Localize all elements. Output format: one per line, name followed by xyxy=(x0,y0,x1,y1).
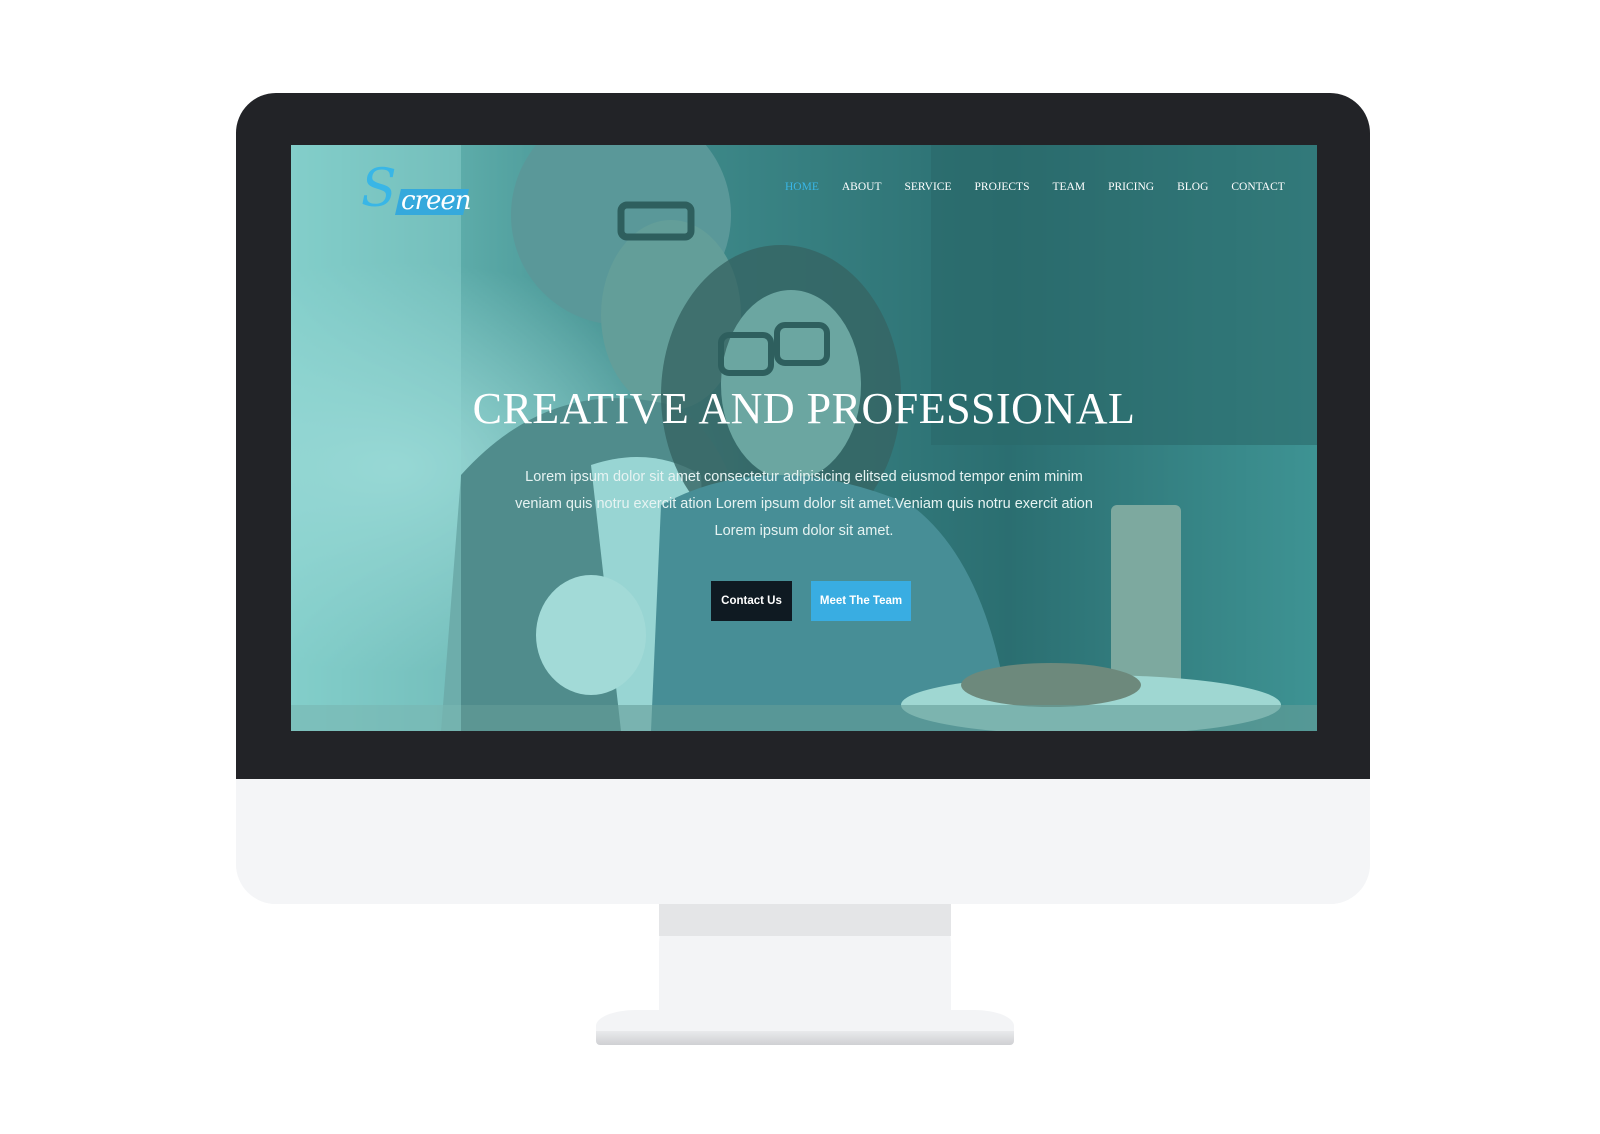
logo-text: creen xyxy=(401,186,472,216)
contact-us-button[interactable]: Contact Us xyxy=(711,581,792,621)
hero-description: Lorem ipsum dolor sit amet consectetur a… xyxy=(515,469,1093,539)
nav-item-service[interactable]: SERVICE xyxy=(905,181,952,193)
meet-the-team-button[interactable]: Meet The Team xyxy=(811,581,911,621)
main-nav: HOME ABOUT SERVICE PROJECTS TEAM PRICING… xyxy=(785,181,1308,193)
mockup-stage: S creen HOME ABOUT SERVICE PROJECTS TEAM… xyxy=(0,0,1600,1134)
site-logo[interactable]: S creen xyxy=(361,159,473,219)
nav-item-team[interactable]: TEAM xyxy=(1052,181,1085,193)
logo-initial: S xyxy=(361,159,397,219)
nav-item-projects[interactable]: PROJECTS xyxy=(975,181,1030,193)
hero-title: CREATIVE AND PROFESSIONAL xyxy=(472,384,1136,433)
nav-item-home[interactable]: HOME xyxy=(785,181,819,193)
nav-item-pricing[interactable]: PRICING xyxy=(1108,181,1154,193)
nav-item-blog[interactable]: BLOG xyxy=(1177,181,1208,193)
nav-item-contact[interactable]: CONTACT xyxy=(1231,181,1284,193)
monitor-base xyxy=(596,1031,1014,1045)
website-screen: S creen HOME ABOUT SERVICE PROJECTS TEAM… xyxy=(291,145,1317,731)
monitor-chin xyxy=(236,779,1370,904)
nav-item-about[interactable]: ABOUT xyxy=(842,181,882,193)
hero-color-overlay xyxy=(291,145,1317,731)
monitor-stand-shadow xyxy=(659,904,951,936)
